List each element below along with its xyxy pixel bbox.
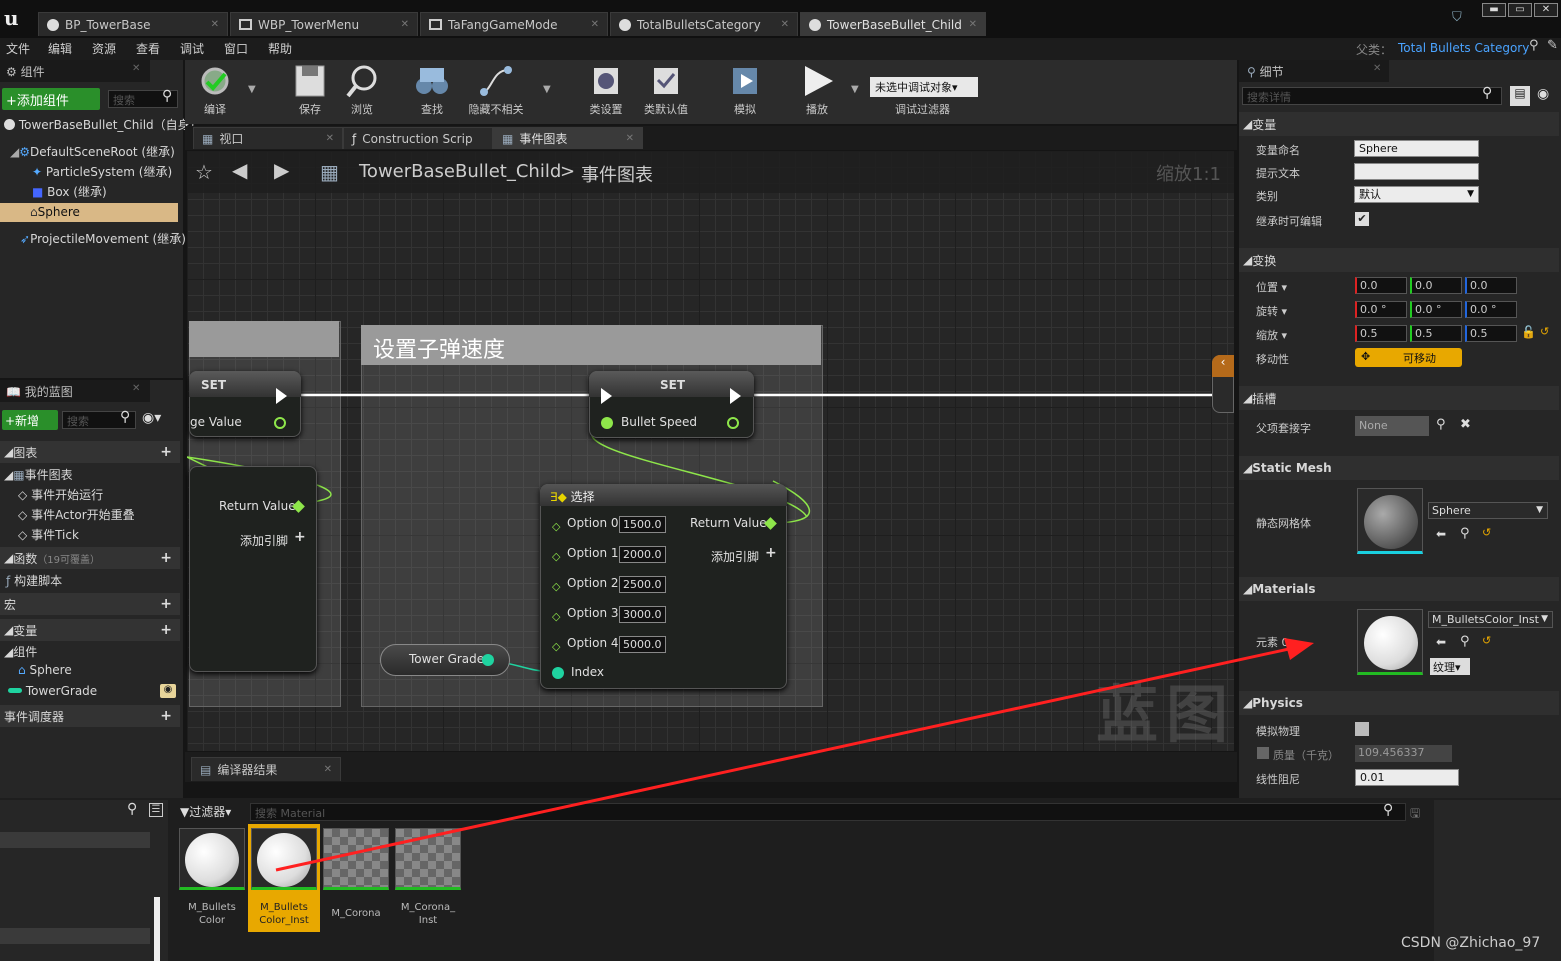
annotation-arrow — [275, 638, 1314, 872]
credit-watermark: CSDN @Zhichao_97 — [1401, 935, 1541, 951]
